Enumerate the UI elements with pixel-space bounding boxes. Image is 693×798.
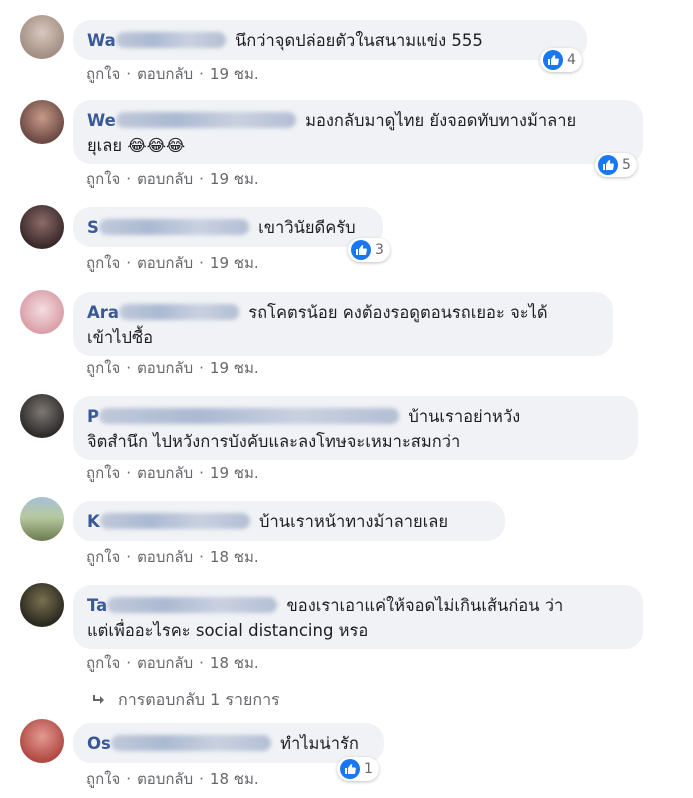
- reaction-count[interactable]: 5: [595, 153, 637, 177]
- like-link[interactable]: ถูกใจ: [86, 254, 120, 272]
- reaction-number: 4: [567, 52, 576, 68]
- reply-link[interactable]: ตอบกลับ: [137, 770, 193, 788]
- thumbs-up-icon: [340, 759, 360, 779]
- blurred-name: [107, 597, 278, 613]
- like-link[interactable]: ถูกใจ: [86, 65, 120, 83]
- comment-actions: ถูกใจ · ตอบกลับ · 18 ชม.: [86, 770, 259, 788]
- comment-author[interactable]: K: [87, 512, 100, 531]
- avatar[interactable]: [20, 497, 64, 541]
- comment-actions: ถูกใจ · ตอบกลับ · 18 ชม.: [86, 654, 259, 672]
- reply-arrow-icon: [92, 690, 106, 709]
- comment-author[interactable]: S: [87, 218, 99, 237]
- avatar[interactable]: [20, 100, 64, 144]
- comment-bubble: K บ้านเราหน้าทางม้าลายเลย: [73, 501, 505, 541]
- thumbs-up-icon: [543, 50, 563, 70]
- comment-text-line2: เข้าไปซื้อ: [87, 328, 154, 347]
- comment-actions: ถูกใจ · ตอบกลับ · 19 ชม.: [86, 359, 259, 377]
- comment-text: นึกว่าจุดปล่อยตัวในสนามแข่ง 555: [235, 31, 483, 50]
- comment-bubble: P บ้านเราอย่าหวัง จิตสำนึก ไปหวังการบังค…: [73, 396, 638, 460]
- timestamp[interactable]: 19 ชม.: [210, 254, 259, 272]
- timestamp[interactable]: 19 ชม.: [210, 464, 259, 482]
- timestamp[interactable]: 18 ชม.: [210, 548, 259, 566]
- timestamp[interactable]: 19 ชม.: [210, 359, 259, 377]
- reaction-count[interactable]: 1: [337, 757, 379, 781]
- comment-author[interactable]: Os: [87, 734, 111, 753]
- reaction-count[interactable]: 3: [348, 238, 390, 262]
- like-link[interactable]: ถูกใจ: [86, 170, 120, 188]
- reply-link[interactable]: ตอบกลับ: [137, 254, 193, 272]
- comment-actions: ถูกใจ · ตอบกลับ · 19 ชม.: [86, 254, 259, 272]
- comment-text: มองกลับมาดูไทย ยังจอดทับทางม้าลาย: [305, 111, 577, 130]
- timestamp[interactable]: 19 ชม.: [210, 170, 259, 188]
- comment-bubble: Os ทำไมน่ารัก: [73, 723, 384, 763]
- timestamp[interactable]: 18 ชม.: [210, 654, 259, 672]
- avatar[interactable]: [20, 583, 64, 627]
- comment-text-line2: ยุเลย 😂😂😂: [87, 136, 186, 155]
- reaction-number: 3: [375, 242, 384, 258]
- like-link[interactable]: ถูกใจ: [86, 464, 120, 482]
- reply-link[interactable]: ตอบกลับ: [137, 170, 193, 188]
- comment-text: บ้านเราอย่าหวัง: [408, 407, 521, 426]
- reply-link[interactable]: ตอบกลับ: [137, 464, 193, 482]
- avatar[interactable]: [20, 394, 64, 438]
- comment-bubble: We มองกลับมาดูไทย ยังจอดทับทางม้าลาย ยุเ…: [73, 100, 643, 164]
- comment-text-line2: แต่เพื่ออะไรคะ social distancing หรอ: [87, 621, 369, 640]
- comment-author[interactable]: Wa: [87, 31, 116, 50]
- avatar[interactable]: [20, 719, 64, 763]
- comment-text: เขาวินัยดีครับ: [258, 218, 356, 237]
- reply-link[interactable]: ตอบกลับ: [137, 654, 193, 672]
- reply-link[interactable]: ตอบกลับ: [137, 65, 193, 83]
- like-link[interactable]: ถูกใจ: [86, 770, 120, 788]
- blurred-name: [99, 408, 400, 424]
- comment-text: ของเราเอาแค่ให้จอดไม่เกินเส้นก่อน ว่า: [286, 596, 564, 615]
- timestamp[interactable]: 18 ชม.: [210, 770, 259, 788]
- comment-actions: ถูกใจ · ตอบกลับ · 19 ชม.: [86, 170, 259, 188]
- comment-author[interactable]: Ara: [87, 303, 119, 322]
- comment-text: รถโคตรน้อย คงต้องรอดูตอนรถเยอะ จะได้: [248, 303, 548, 322]
- comment-text-line2: จิตสำนึก ไปหวังการบังคับและลงโทษจะเหมาะส…: [87, 432, 461, 451]
- comment-bubble: Wa นึกว่าจุดปล่อยตัวในสนามแข่ง 555: [73, 20, 587, 60]
- like-link[interactable]: ถูกใจ: [86, 359, 120, 377]
- reaction-count[interactable]: 4: [540, 48, 582, 72]
- comment-bubble: Ara รถโคตรน้อย คงต้องรอดูตอนรถเยอะ จะได้…: [73, 292, 613, 356]
- timestamp[interactable]: 19 ชม.: [210, 65, 259, 83]
- thumbs-up-icon: [351, 240, 371, 260]
- avatar[interactable]: [20, 205, 64, 249]
- avatar[interactable]: [20, 15, 64, 59]
- reaction-number: 1: [364, 761, 373, 777]
- comment-bubble: S เขาวินัยดีครับ: [73, 207, 383, 247]
- comment-text: บ้านเราหน้าทางม้าลายเลย: [259, 512, 449, 531]
- like-link[interactable]: ถูกใจ: [86, 654, 120, 672]
- comment-bubble: Ta ของเราเอาแค่ให้จอดไม่เกินเส้นก่อน ว่า…: [73, 585, 643, 649]
- comment-text: ทำไมน่ารัก: [280, 734, 359, 753]
- reply-link[interactable]: ตอบกลับ: [137, 548, 193, 566]
- blurred-name: [99, 513, 250, 529]
- avatar[interactable]: [20, 290, 64, 334]
- comment-author[interactable]: Ta: [87, 596, 107, 615]
- blurred-name: [115, 112, 296, 128]
- blurred-name: [119, 304, 240, 320]
- comment-actions: ถูกใจ · ตอบกลับ · 19 ชม.: [86, 464, 259, 482]
- reply-link[interactable]: ตอบกลับ: [137, 359, 193, 377]
- blurred-name: [110, 735, 271, 751]
- replies-count-label[interactable]: การตอบกลับ 1 รายการ: [118, 690, 280, 709]
- view-replies-link[interactable]: การตอบกลับ 1 รายการ: [92, 688, 280, 713]
- blurred-name: [98, 219, 249, 235]
- comment-author[interactable]: We: [87, 111, 116, 130]
- comment-actions: ถูกใจ · ตอบกลับ · 18 ชม.: [86, 548, 259, 566]
- blurred-name: [115, 32, 226, 48]
- reaction-number: 5: [622, 157, 631, 173]
- comment-actions: ถูกใจ · ตอบกลับ · 19 ชม.: [86, 65, 259, 83]
- comment-author[interactable]: P: [87, 407, 99, 426]
- like-link[interactable]: ถูกใจ: [86, 548, 120, 566]
- thumbs-up-icon: [598, 155, 618, 175]
